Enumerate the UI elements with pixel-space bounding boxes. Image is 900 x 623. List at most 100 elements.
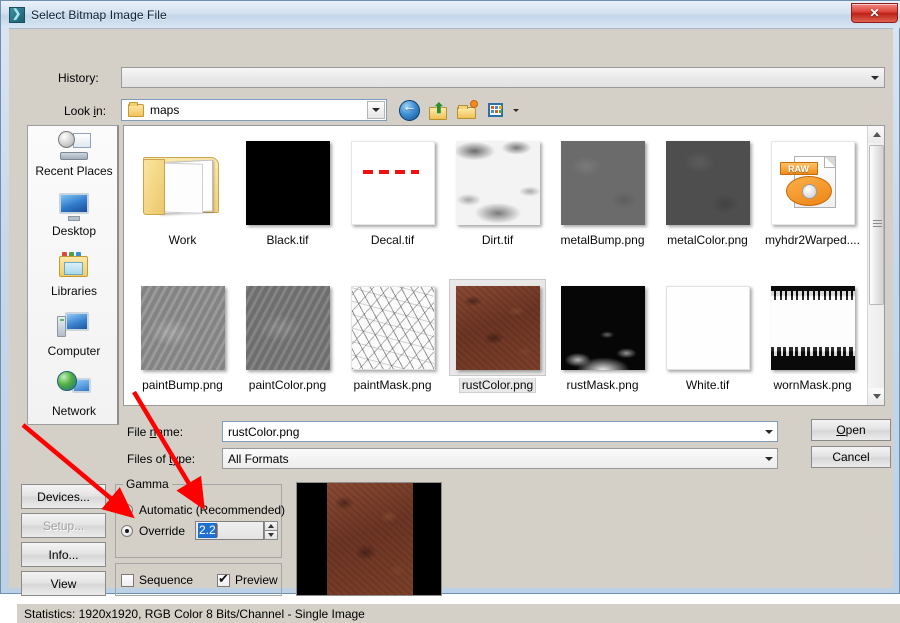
file-name-input[interactable]: rustColor.png: [222, 421, 778, 442]
image-thumbnail: [350, 140, 435, 225]
files-of-type-value: All Formats: [228, 451, 289, 466]
thumbnail-wrapper: [554, 279, 651, 376]
thumbnail-wrapper: [449, 134, 546, 231]
thumbnail-wrapper: [554, 134, 651, 231]
file-grid: Work Black.tif Decal.tif Dirt.tif metalB…: [124, 126, 867, 405]
sidebar-item-libraries[interactable]: Libraries: [28, 246, 120, 306]
gamma-legend-label: Gamma: [123, 477, 172, 491]
cancel-button[interactable]: Cancel: [811, 446, 891, 468]
raw-file-icon: RAW: [770, 140, 855, 225]
sidebar-item-label: Recent Places: [35, 164, 113, 178]
sequence-checkbox[interactable]: Sequence: [121, 573, 193, 587]
checkbox-indicator: [121, 573, 134, 587]
sidebar-item-label: Computer: [47, 344, 101, 358]
new-folder-icon[interactable]: [457, 99, 478, 121]
sequence-label: Sequence: [139, 573, 194, 587]
image-thumbnail: [665, 285, 750, 370]
close-button[interactable]: ✕: [851, 3, 898, 23]
thumbnail-wrapper: [449, 279, 546, 376]
file-item-paintmask-png[interactable]: paintMask.png: [340, 277, 445, 401]
dialog-client-area: History: Look in: maps ⬆: [9, 28, 900, 623]
file-item-metalcolor-png[interactable]: metalColor.png: [655, 132, 760, 255]
chevron-down-icon[interactable]: [513, 108, 519, 112]
gamma-value-input[interactable]: 2.2: [195, 521, 264, 540]
file-item-label: paintBump.png: [142, 378, 223, 392]
history-combobox[interactable]: [121, 67, 885, 88]
setup-button: Setup...: [21, 513, 106, 538]
devices-button[interactable]: Devices...: [21, 484, 106, 509]
image-thumbnail: [140, 285, 225, 370]
views-icon[interactable]: [486, 100, 507, 121]
file-item-paintbump-png[interactable]: paintBump.png: [130, 277, 235, 401]
file-item-label: Dirt.tif: [481, 233, 514, 247]
file-list-scrollbar[interactable]: [867, 126, 884, 405]
gamma-automatic-radio[interactable]: Automatic (Recommended): [121, 503, 285, 517]
chevron-down-icon[interactable]: [765, 449, 773, 468]
thumbnail-wrapper: [659, 279, 756, 376]
image-thumbnail: [560, 285, 645, 370]
back-arrow-icon[interactable]: [399, 98, 420, 121]
file-item-metalbump-png[interactable]: metalBump.png: [550, 132, 655, 255]
dialog-window: Select Bitmap Image File ✕ History: Look…: [0, 0, 900, 623]
scroll-up-icon[interactable]: [868, 126, 884, 143]
file-item-rustmask-png[interactable]: rustMask.png: [550, 277, 655, 401]
chevron-down-icon[interactable]: [765, 422, 773, 441]
file-browser-list[interactable]: Work Black.tif Decal.tif Dirt.tif metalB…: [123, 125, 885, 406]
view-button[interactable]: View: [21, 571, 106, 596]
look-in-label: Look in:: [64, 104, 107, 118]
image-thumbnail: [455, 140, 540, 225]
look-in-value: maps: [150, 103, 180, 117]
sidebar-item-network[interactable]: Network: [28, 366, 120, 426]
folder-icon: [128, 101, 144, 117]
libraries-icon: [57, 250, 91, 282]
status-text: Statistics: 1920x1920, RGB Color 8 Bits/…: [24, 606, 365, 621]
file-item-paintcolor-png[interactable]: paintColor.png: [235, 277, 340, 401]
sidebar-item-recent-places[interactable]: Recent Places: [28, 126, 120, 186]
files-of-type-label: Files of type:: [127, 452, 196, 466]
sidebar-item-label: Libraries: [50, 284, 98, 298]
open-button[interactable]: Open: [811, 419, 891, 441]
gamma-override-label: Override: [139, 524, 186, 538]
look-in-combobox[interactable]: maps: [121, 99, 387, 121]
network-icon: [57, 370, 91, 402]
history-label: History:: [58, 71, 99, 85]
preview-label: Preview: [235, 573, 278, 587]
gamma-override-radio[interactable]: Override: [121, 524, 185, 538]
file-item-label: Work: [168, 233, 197, 247]
gamma-stepper[interactable]: [264, 521, 278, 540]
file-item-decal-tif[interactable]: Decal.tif: [340, 132, 445, 255]
thumbnail-wrapper: [239, 134, 336, 231]
file-item-myhdr2warped[interactable]: RAW myhdr2Warped....: [760, 132, 865, 255]
image-thumbnail: [245, 140, 330, 225]
sidebar-item-computer[interactable]: Computer: [28, 306, 120, 366]
image-thumbnail: [560, 140, 645, 225]
scroll-down-icon[interactable]: [868, 388, 884, 405]
file-item-rustcolor-png[interactable]: rustColor.png: [445, 277, 550, 401]
places-sidebar: Recent Places Desktop Libraries Computer…: [27, 125, 119, 425]
up-folder-icon[interactable]: ⬆: [428, 100, 449, 121]
file-item-white-tif[interactable]: White.tif: [655, 277, 760, 401]
sidebar-item-desktop[interactable]: Desktop: [28, 186, 120, 246]
spin-down-icon[interactable]: [264, 530, 278, 540]
file-item-label: metalColor.png: [667, 233, 748, 247]
sidebar-item-label: Network: [51, 404, 96, 418]
spin-up-icon[interactable]: [264, 521, 278, 530]
computer-icon: [57, 310, 91, 342]
image-thumbnail: [455, 285, 540, 370]
file-row: Work Black.tif Decal.tif Dirt.tif metalB…: [130, 132, 867, 255]
file-item-black-tif[interactable]: Black.tif: [235, 132, 340, 255]
files-of-type-combobox[interactable]: All Formats: [222, 448, 778, 469]
thumbnail-wrapper: [344, 134, 441, 231]
file-item-label: paintColor.png: [248, 378, 327, 392]
chevron-down-icon[interactable]: [867, 70, 882, 85]
radio-indicator: [121, 525, 133, 537]
preview-checkbox[interactable]: Preview: [217, 571, 278, 587]
text-cursor: [216, 524, 218, 537]
file-item-dirt-tif[interactable]: Dirt.tif: [445, 132, 550, 255]
scrollbar-thumb[interactable]: [869, 145, 884, 305]
thumbnail-wrapper: [659, 134, 756, 231]
chevron-down-icon[interactable]: [367, 101, 385, 119]
info-button[interactable]: Info...: [21, 542, 106, 567]
file-item-wornmask-png[interactable]: wornMask.png: [760, 277, 865, 401]
file-item-work[interactable]: Work: [130, 132, 235, 255]
